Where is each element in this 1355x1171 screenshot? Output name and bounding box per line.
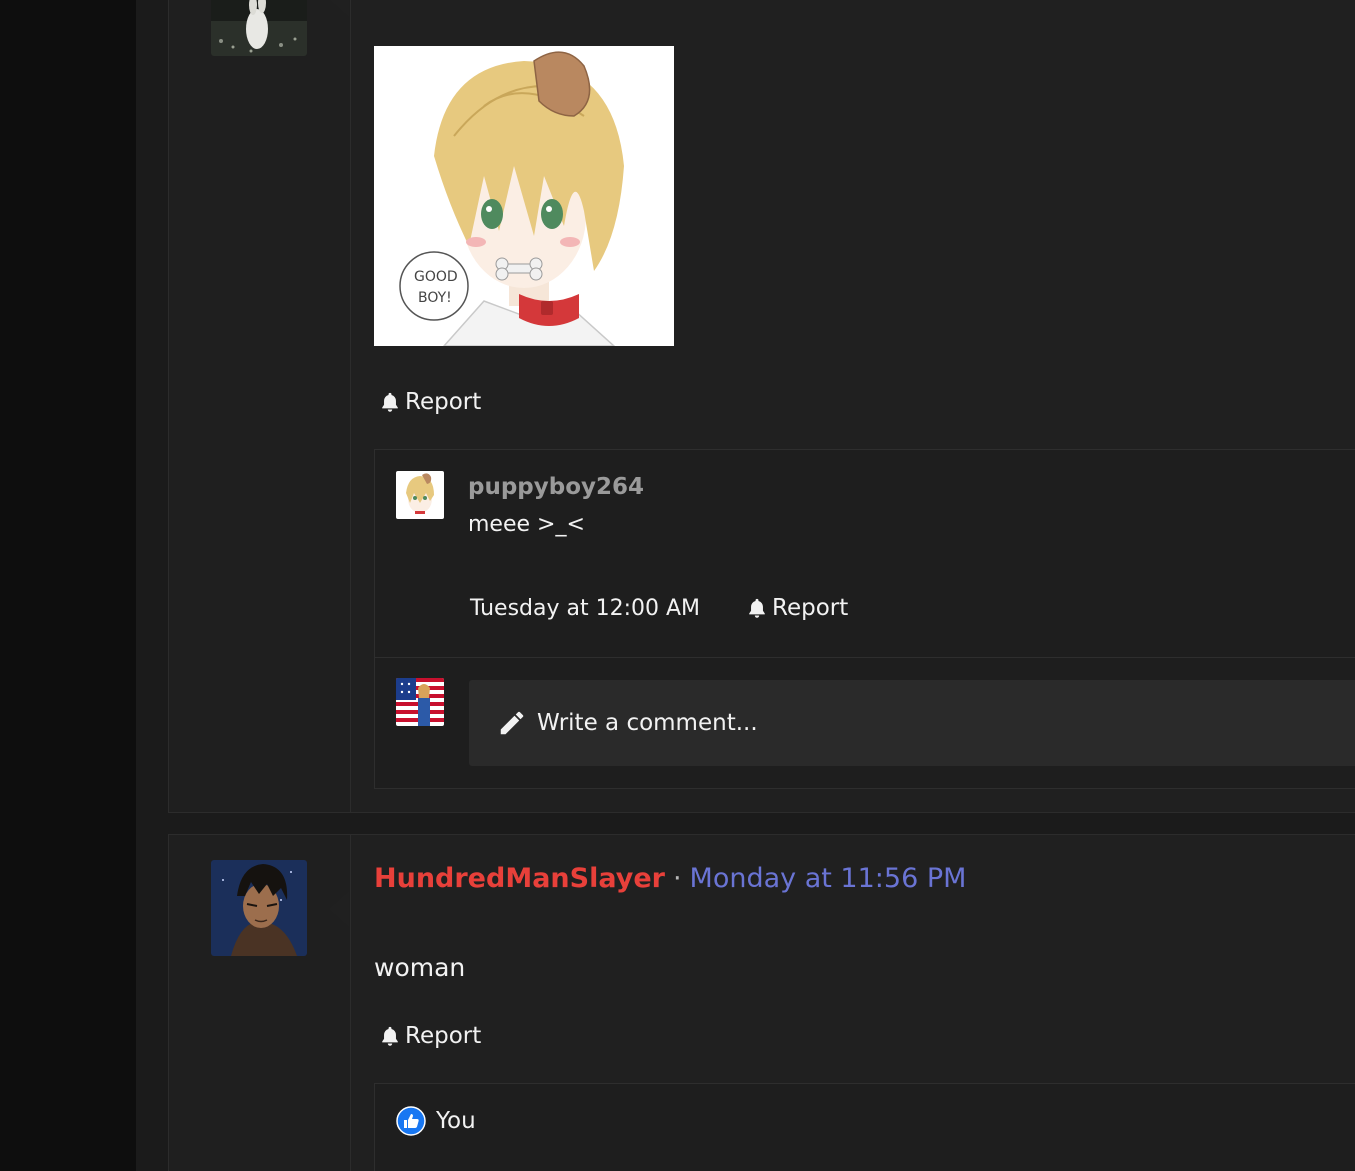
comment-divider — [375, 657, 1355, 658]
bell-icon — [382, 1026, 398, 1046]
comments-section: puppyboy264 meee >_< Tuesday at 12:00 AM… — [374, 449, 1355, 789]
commenter-avatar[interactable] — [396, 471, 444, 519]
separator: · — [672, 863, 682, 894]
post-body: woman — [374, 953, 466, 982]
pencil-icon — [500, 711, 524, 735]
post-user-cell — [169, 835, 351, 1171]
reaction-summary[interactable]: You — [396, 1106, 476, 1136]
report-label: Report — [405, 389, 482, 415]
post: HundredManSlayer · Monday at 11:56 PM woma… — [168, 834, 1355, 1171]
page: GOOD BOY! Report puppyboy264 meee >_< Tu… — [0, 0, 1355, 1171]
speech-bubble-text: GOOD — [414, 269, 458, 285]
thumbs-up-icon — [396, 1106, 426, 1136]
write-comment-input[interactable]: Write a comment... — [469, 680, 1355, 766]
report-label: Report — [405, 1023, 482, 1049]
reactions-section: You — [374, 1083, 1355, 1171]
comment-author[interactable]: puppyboy264 — [468, 474, 644, 500]
post: GOOD BOY! Report puppyboy264 meee >_< Tu… — [168, 0, 1355, 813]
comment-report-button[interactable]: Report — [746, 595, 848, 621]
report-label: Report — [772, 595, 849, 621]
avatar[interactable] — [211, 0, 307, 56]
comment-text: meee >_< — [468, 512, 585, 537]
reaction-label: You — [436, 1108, 476, 1134]
bell-icon — [749, 598, 765, 618]
avatar[interactable] — [211, 860, 307, 956]
post-header: HundredManSlayer · Monday at 11:56 PM — [374, 863, 966, 894]
post-image[interactable]: GOOD BOY! — [374, 46, 674, 346]
bell-icon — [382, 392, 398, 412]
comment-timestamp[interactable]: Tuesday at 12:00 AM — [470, 596, 700, 621]
puppy-boy-avatar-image — [396, 471, 444, 519]
flag-character-avatar-image — [396, 678, 444, 726]
current-user-avatar[interactable] — [396, 678, 444, 726]
white-rabbit-avatar-image — [211, 0, 307, 56]
avatar-pointer — [329, 891, 349, 927]
post-user-cell — [169, 0, 351, 812]
warrior-avatar-image — [211, 860, 307, 956]
left-rail — [0, 0, 136, 1171]
report-button[interactable]: Report — [379, 389, 481, 415]
anime-puppy-boy-drawing: GOOD BOY! — [374, 46, 674, 346]
post-timestamp[interactable]: Monday at 11:56 PM — [690, 863, 967, 894]
write-comment-placeholder: Write a comment... — [537, 710, 758, 736]
report-button[interactable]: Report — [379, 1023, 481, 1049]
avatar-pointer — [329, 0, 349, 17]
post-author[interactable]: HundredManSlayer — [374, 863, 665, 894]
speech-bubble-text: BOY! — [418, 290, 452, 306]
